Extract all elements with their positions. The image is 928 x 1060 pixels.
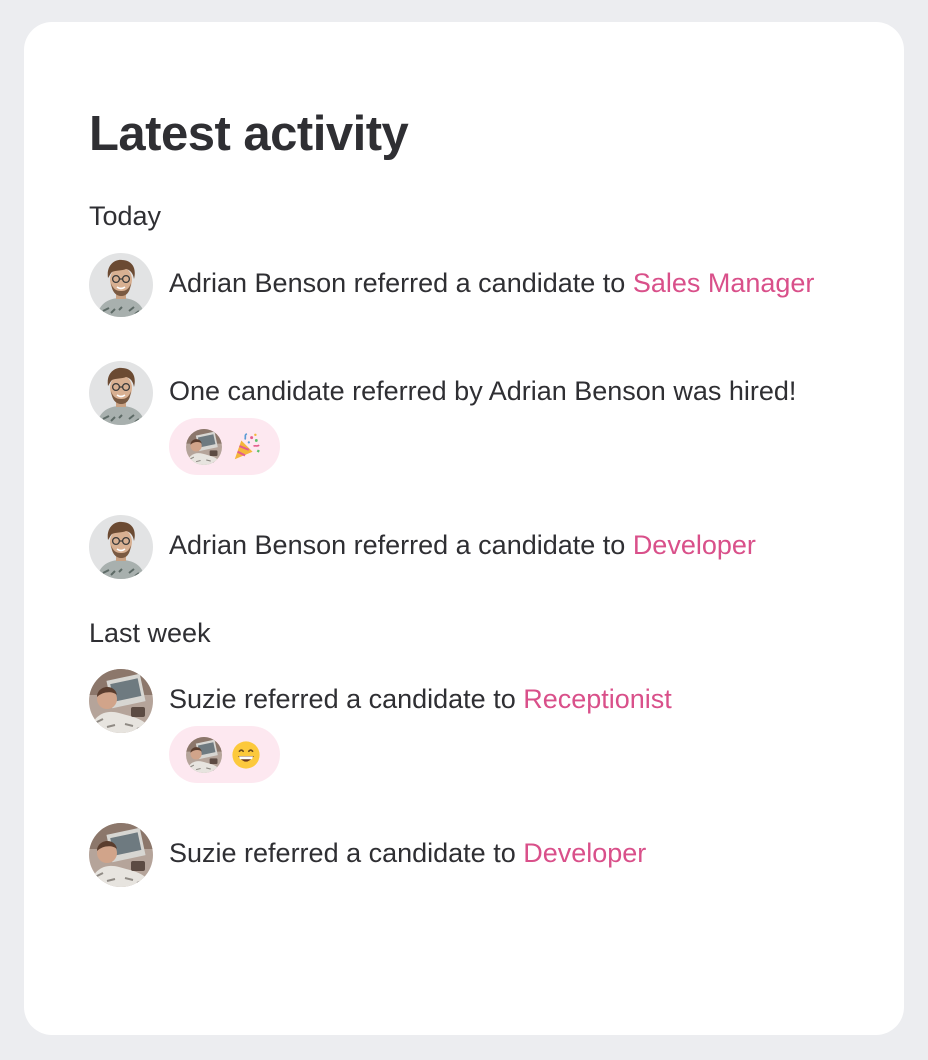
activity-text: Suzie referred a candidate to Receptioni… — [169, 679, 840, 720]
activity-item: Adrian Benson referred a candidate to Sa… — [89, 253, 840, 317]
job-link-developer[interactable]: Developer — [633, 530, 756, 560]
activity-text: Suzie referred a candidate to Developer — [169, 833, 840, 874]
activity-item: Suzie referred a candidate to Developer — [89, 823, 840, 887]
job-link-developer[interactable]: Developer — [523, 838, 646, 868]
activity-text-prefix: One candidate referred by Adrian Benson … — [169, 376, 797, 406]
activity-item: One candidate referred by Adrian Benson … — [89, 361, 840, 475]
activity-text: One candidate referred by Adrian Benson … — [169, 371, 840, 412]
suzie-avatar — [186, 737, 222, 773]
suzie-avatar[interactable] — [89, 823, 153, 887]
job-link-sales-manager[interactable]: Sales Manager — [633, 268, 815, 298]
activity-text: Adrian Benson referred a candidate to Sa… — [169, 263, 840, 304]
adrian-avatar[interactable] — [89, 253, 153, 317]
activity-item-body: One candidate referred by Adrian Benson … — [169, 361, 840, 475]
grinning-face-icon — [231, 740, 261, 770]
activity-text-prefix: Adrian Benson referred a candidate to — [169, 268, 633, 298]
activity-card: Latest activity Today Adrian Benson refe… — [24, 22, 904, 1035]
job-link-receptionist[interactable]: Receptionist — [523, 684, 672, 714]
suzie-avatar[interactable] — [89, 669, 153, 733]
reaction-pill[interactable] — [169, 418, 280, 475]
party-popper-icon — [231, 432, 261, 462]
adrian-avatar[interactable] — [89, 361, 153, 425]
activity-text-prefix: Suzie referred a candidate to — [169, 684, 524, 714]
activity-item-body: Suzie referred a candidate to Developer — [169, 823, 840, 874]
reaction-pill[interactable] — [169, 726, 280, 783]
activity-item-body: Suzie referred a candidate to Receptioni… — [169, 669, 840, 783]
section-label-today: Today — [89, 201, 162, 231]
activity-item: Adrian Benson referred a candidate to De… — [89, 515, 840, 579]
activity-text-prefix: Adrian Benson referred a candidate to — [169, 530, 633, 560]
activity-text: Adrian Benson referred a candidate to De… — [169, 525, 840, 566]
adrian-avatar[interactable] — [89, 515, 153, 579]
suzie-avatar — [186, 429, 222, 465]
activity-item-body: Adrian Benson referred a candidate to De… — [169, 515, 840, 566]
activity-text-prefix: Suzie referred a candidate to — [169, 838, 524, 868]
page-title: Latest activity — [89, 107, 409, 161]
activity-item-body: Adrian Benson referred a candidate to Sa… — [169, 253, 840, 304]
section-label-last-week: Last week — [89, 618, 211, 648]
activity-item: Suzie referred a candidate to Receptioni… — [89, 669, 840, 783]
